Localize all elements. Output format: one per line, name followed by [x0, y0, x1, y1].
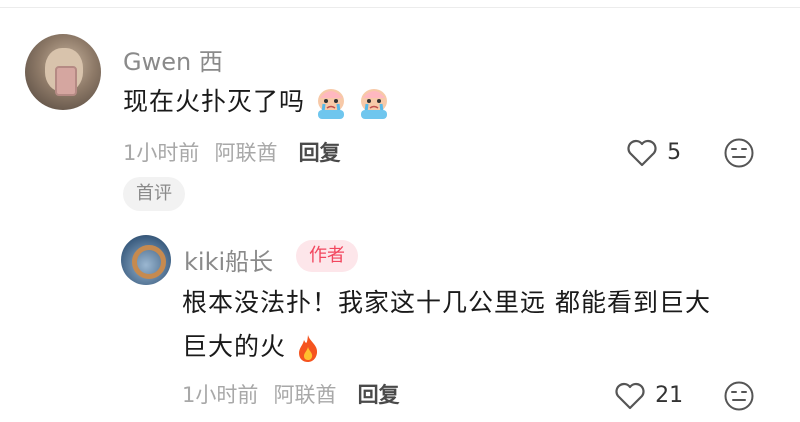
avatar-phone — [55, 66, 77, 96]
comment-time: 1小时前 — [123, 141, 200, 165]
comment-text-row: 现在火扑灭了吗 — [123, 84, 391, 120]
avatar[interactable] — [121, 235, 171, 285]
comment-location: 阿联酋 — [214, 141, 278, 165]
fire-icon — [298, 335, 318, 362]
avatar[interactable] — [25, 34, 101, 110]
heart-icon — [615, 382, 645, 409]
top-divider — [0, 0, 800, 8]
author-badge: 作者 — [296, 240, 358, 272]
reply-button[interactable]: 回复 — [358, 383, 400, 407]
comment-username[interactable]: Gwen 西 — [123, 42, 223, 77]
heart-icon — [627, 139, 657, 166]
crying-face-sticker-icon — [360, 89, 387, 119]
like-count: 5 — [667, 139, 682, 165]
comment-meta: 1小时前 阿联酋 回复 — [123, 138, 341, 168]
dislike-emoji-icon[interactable] — [723, 380, 755, 412]
comment-text: 现在火扑灭了吗 — [123, 87, 306, 116]
dislike-emoji-icon[interactable] — [723, 137, 755, 169]
reply-text-line1: 根本没法扑！我家这十几公里远 都能看到巨大 — [182, 288, 711, 317]
like-button[interactable]: 5 — [626, 137, 681, 167]
like-button[interactable]: 21 — [614, 380, 683, 410]
reply-button[interactable]: 回复 — [299, 141, 341, 165]
first-comment-badge: 首评 — [123, 177, 185, 211]
crying-face-sticker-icon — [317, 89, 344, 119]
reply-text-line2: 巨大的火 — [182, 332, 287, 361]
avatar-ring — [132, 245, 166, 279]
reply-location: 阿联酋 — [273, 383, 337, 407]
reply-time: 1小时前 — [182, 383, 259, 407]
reply-text-row2: 巨大的火 — [182, 329, 321, 365]
reply-meta: 1小时前 阿联酋 回复 — [182, 380, 400, 410]
reply-username[interactable]: kiki船长 — [184, 242, 273, 277]
like-count: 21 — [655, 382, 684, 408]
